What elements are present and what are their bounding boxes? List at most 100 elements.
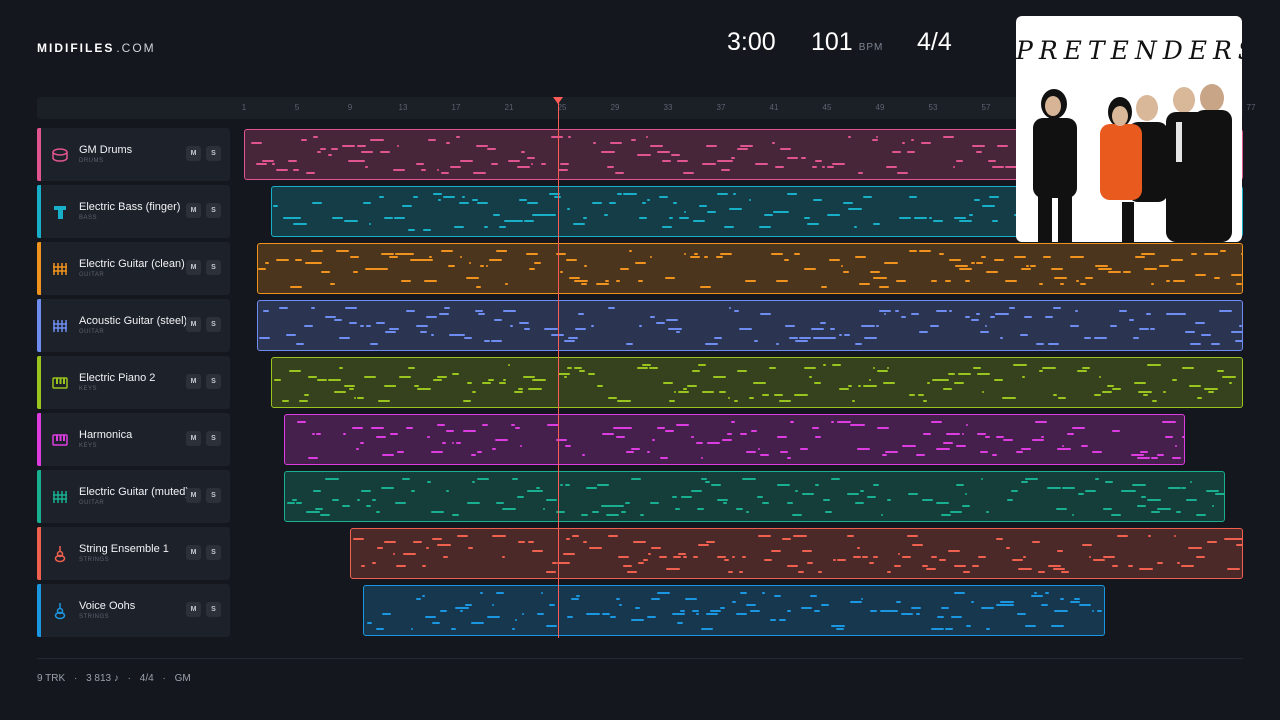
playhead[interactable] bbox=[553, 97, 563, 638]
midi-note bbox=[942, 388, 953, 390]
midi-note bbox=[1142, 394, 1149, 396]
track-header[interactable]: Voice Oohs STRINGS M S bbox=[37, 584, 230, 637]
track-header[interactable]: Acoustic Guitar (steel) GUITAR M S bbox=[37, 299, 230, 352]
midi-note bbox=[900, 316, 906, 318]
midi-note bbox=[482, 424, 489, 426]
midi-clip[interactable] bbox=[363, 585, 1106, 636]
solo-button[interactable]: S bbox=[206, 374, 221, 389]
track-name: Electric Bass (finger) bbox=[79, 201, 181, 213]
midi-clip[interactable] bbox=[350, 528, 1243, 579]
midi-note bbox=[1085, 490, 1097, 492]
midi-note bbox=[580, 514, 589, 516]
midi-note bbox=[870, 610, 878, 612]
mute-button[interactable]: M bbox=[186, 602, 201, 617]
midi-note bbox=[1146, 499, 1161, 501]
midi-note bbox=[930, 325, 940, 327]
solo-button[interactable]: S bbox=[206, 317, 221, 332]
midi-note bbox=[872, 556, 878, 558]
mute-button[interactable]: M bbox=[186, 545, 201, 560]
midi-note bbox=[672, 202, 677, 204]
solo-button[interactable]: S bbox=[206, 146, 221, 161]
playhead-handle[interactable] bbox=[553, 97, 563, 104]
track-header[interactable]: Harmonica KEYS M S bbox=[37, 413, 230, 466]
midi-note bbox=[780, 451, 788, 453]
track-row: Electric Guitar (clean) GUITAR M S bbox=[37, 242, 1243, 295]
midi-note bbox=[829, 328, 835, 330]
track-header[interactable]: Electric Guitar (clean) GUITAR M S bbox=[37, 242, 230, 295]
midi-note bbox=[902, 142, 906, 144]
midi-note bbox=[298, 400, 309, 402]
track-header[interactable]: String Ensemble 1 STRINGS M S bbox=[37, 527, 230, 580]
midi-note bbox=[544, 328, 559, 330]
mute-button[interactable]: M bbox=[186, 431, 201, 446]
midi-clip[interactable] bbox=[283, 471, 1225, 522]
brand-logo[interactable]: MIDIFILES .COM bbox=[37, 41, 156, 55]
mute-button[interactable]: M bbox=[186, 317, 201, 332]
solo-button[interactable]: S bbox=[206, 260, 221, 275]
track-lane[interactable] bbox=[250, 356, 1243, 409]
midi-clip[interactable] bbox=[257, 243, 1243, 294]
midi-note bbox=[1110, 325, 1117, 327]
midi-note bbox=[649, 502, 659, 504]
midi-note bbox=[362, 202, 372, 204]
track-lane[interactable] bbox=[250, 470, 1243, 523]
midi-note bbox=[739, 433, 747, 435]
midi-note bbox=[1184, 331, 1196, 333]
midi-clip[interactable] bbox=[283, 414, 1185, 465]
midi-note bbox=[1151, 283, 1154, 285]
track-lane[interactable] bbox=[250, 413, 1243, 466]
midi-note bbox=[1069, 601, 1081, 603]
track-header[interactable]: Electric Bass (finger) BASS M S bbox=[37, 185, 230, 238]
mute-button[interactable]: M bbox=[186, 146, 201, 161]
mute-button[interactable]: M bbox=[186, 260, 201, 275]
ruler-tick: 77 bbox=[1246, 103, 1256, 112]
track-lane[interactable] bbox=[250, 527, 1243, 580]
midi-note bbox=[1052, 394, 1058, 396]
midi-note bbox=[802, 550, 812, 552]
midi-note bbox=[1006, 499, 1014, 501]
midi-note bbox=[909, 394, 916, 396]
midi-note bbox=[837, 421, 851, 423]
midi-note bbox=[1069, 325, 1080, 327]
midi-note bbox=[830, 421, 835, 423]
midi-note bbox=[837, 559, 846, 561]
mute-button[interactable]: M bbox=[186, 374, 201, 389]
midi-clip[interactable] bbox=[270, 357, 1243, 408]
track-header[interactable]: Electric Guitar (muted) GUITAR M S bbox=[37, 470, 230, 523]
midi-note bbox=[930, 421, 943, 423]
solo-button[interactable]: S bbox=[206, 602, 221, 617]
solo-button[interactable]: S bbox=[206, 431, 221, 446]
midi-note bbox=[1093, 559, 1105, 561]
midi-note bbox=[608, 535, 619, 537]
solo-button[interactable]: S bbox=[206, 488, 221, 503]
midi-note bbox=[564, 445, 571, 447]
midi-note bbox=[1122, 535, 1127, 537]
midi-note bbox=[1045, 592, 1049, 594]
midi-clip[interactable] bbox=[257, 300, 1243, 351]
midi-note bbox=[571, 598, 580, 600]
midi-note bbox=[1209, 253, 1219, 255]
track-header[interactable]: GM Drums DRUMS M S bbox=[37, 128, 230, 181]
midi-note bbox=[753, 340, 759, 342]
separator: · bbox=[73, 673, 78, 684]
separator: · bbox=[162, 673, 166, 684]
midi-note bbox=[1088, 556, 1091, 558]
midi-note bbox=[638, 217, 648, 219]
midi-note bbox=[264, 262, 270, 264]
midi-note bbox=[711, 211, 717, 213]
midi-note bbox=[472, 391, 476, 393]
track-lane[interactable] bbox=[250, 242, 1243, 295]
track-lane[interactable] bbox=[250, 584, 1243, 637]
solo-button[interactable]: S bbox=[206, 545, 221, 560]
midi-note bbox=[693, 556, 699, 558]
track-lane[interactable] bbox=[250, 299, 1243, 352]
midi-note bbox=[422, 229, 431, 231]
midi-note bbox=[327, 154, 332, 156]
midi-note bbox=[734, 310, 740, 312]
ruler-tick: 13 bbox=[398, 103, 408, 112]
solo-button[interactable]: S bbox=[206, 203, 221, 218]
mute-button[interactable]: M bbox=[186, 488, 201, 503]
mute-button[interactable]: M bbox=[186, 203, 201, 218]
track-header[interactable]: Electric Piano 2 KEYS M S bbox=[37, 356, 230, 409]
midi-note bbox=[657, 151, 670, 153]
